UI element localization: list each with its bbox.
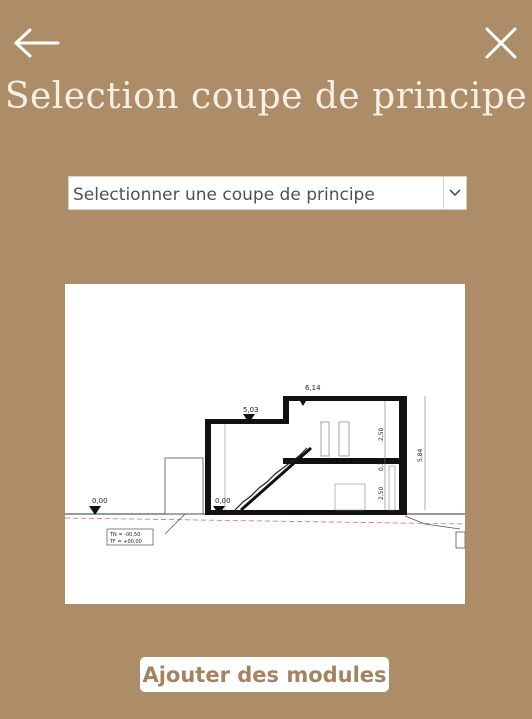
level-ground-left: 0,00 [92, 497, 108, 505]
height-floor1: 2,50 [378, 486, 385, 500]
add-modules-button[interactable]: Ajouter des modules [140, 657, 389, 692]
level-ground-door: 0,00 [215, 497, 231, 505]
level-roof-low: 5,03 [243, 406, 259, 414]
top-bar [0, 0, 532, 80]
section-select-value: Selectionner une coupe de principe [73, 185, 375, 205]
legend-line-2: TF = +00,00 [109, 539, 142, 545]
chevron-down-icon [449, 189, 461, 197]
section-drawing-svg: 6,14 5,03 0,00 0,00 2,50 0,37 2,50 5,84 … [64, 384, 466, 549]
legend-line-1: TN = -00,50 [109, 532, 140, 538]
section-select[interactable]: Selectionner une coupe de principe [68, 176, 467, 210]
select-chevron[interactable] [443, 177, 466, 209]
height-total: 5,84 [417, 448, 424, 462]
level-roof-top: 6,14 [305, 384, 321, 392]
section-drawing: 6,14 5,03 0,00 0,00 2,50 0,37 2,50 5,84 … [64, 284, 466, 604]
close-icon [485, 27, 517, 59]
back-button[interactable] [12, 26, 62, 60]
arrow-left-icon [14, 28, 60, 58]
height-floor2: 2,50 [378, 427, 385, 441]
page-title: Selection coupe de principe [4, 76, 528, 117]
height-slab: 0,37 [378, 457, 385, 471]
close-button[interactable] [482, 24, 520, 62]
